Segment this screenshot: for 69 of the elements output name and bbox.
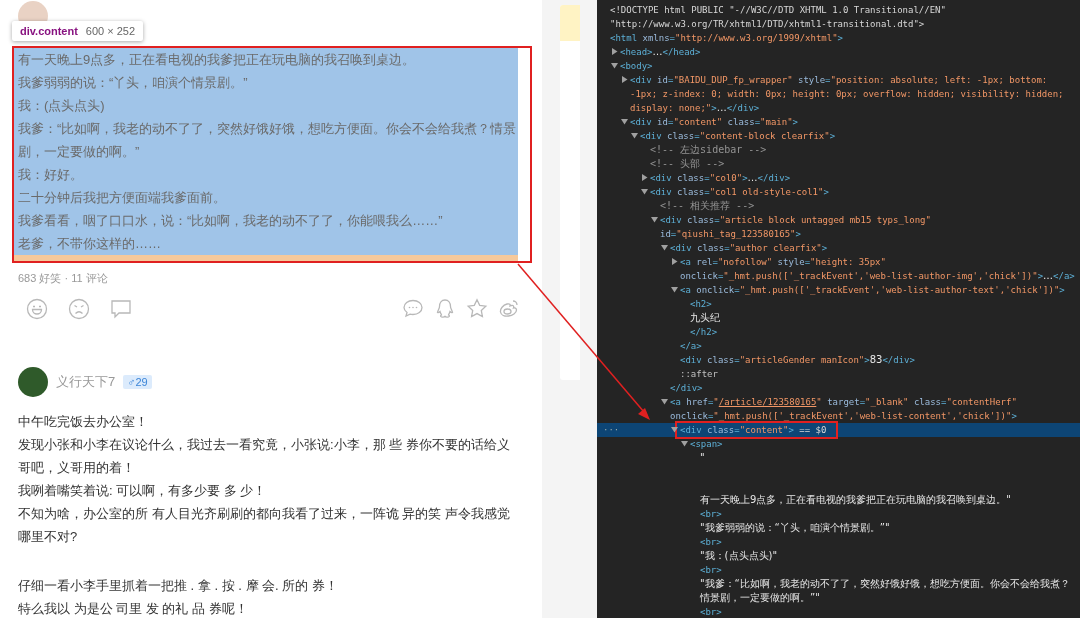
triangle-down-icon[interactable] <box>680 439 689 448</box>
triangle-down-icon[interactable] <box>660 243 669 252</box>
triangle-down-icon[interactable] <box>640 187 649 196</box>
post-paragraph: 二十分钟后我把方便面端我爹面前。 <box>18 189 227 207</box>
post-paragraph: 不知为啥，办公室的所 有人目光齐刷刷的都向我看了过来，一阵诡 异的笑 声令我感觉哪里不对? <box>18 505 511 546</box>
code-line[interactable]: "我：(点头点头)" <box>700 549 1077 563</box>
code-line[interactable]: <a href="/article/123580165" target="_blank" class="contentHerf" onclick="_hmt.push(['_trackEvent','web-list-content','chick'])"> <box>670 395 1077 423</box>
post-paragraph: 仔细一看小李手里抓着一把推 . 拿 . 按 . 摩 会. 所的 券！ <box>18 577 339 595</box>
code-line[interactable]: ::after <box>680 367 1077 381</box>
code-line[interactable]: <!-- 相关推荐 --> <box>660 199 1077 213</box>
triangle-right-icon[interactable] <box>620 75 629 84</box>
code-line[interactable]: <h2> <box>690 297 1077 311</box>
code-line[interactable]: <br> <box>700 507 1077 521</box>
code-line[interactable]: <div class="author clearfix"> <box>670 241 1077 255</box>
element-size: 600 × 252 <box>85 25 136 37</box>
avatar-photo-placeholder[interactable] <box>18 367 48 397</box>
post-paragraph: 我爹看看，咽了口口水，说：“比如啊，我老的动不了了，你能喂我么……” <box>18 212 444 230</box>
star-icon[interactable] <box>466 298 488 320</box>
code-line[interactable]: </a> <box>680 339 1077 353</box>
post-paragraph: 有一天晚上9点多，正在看电视的我爹把正在玩电脑的我召唤到桌边。 <box>18 51 417 69</box>
triangle-down-icon[interactable] <box>670 425 679 434</box>
code-line[interactable]: <div class="article block untagged mb15 typs_long" id="qiushi_tag_123580165"> <box>660 213 1077 241</box>
code-line[interactable]: <div id="content" class="main"> <box>630 115 1077 129</box>
code-line[interactable]: "我爹弱弱的说：“丫头，咱演个情景剧。”" <box>700 521 1077 535</box>
code-line[interactable]: <br> <box>700 563 1077 577</box>
code-line[interactable]: <a onclick="_hmt.push(['_trackEvent','web-list-author-text','chick'])"> <box>680 283 1077 297</box>
triangle-right-icon[interactable] <box>640 173 649 182</box>
code-line[interactable]: </h2> <box>690 325 1077 339</box>
triangle-down-icon[interactable] <box>620 117 629 126</box>
code-line[interactable]: "我爹：“比如啊，我老的动不了了，突然好饿好饿，想吃方便面。你会不会给我煮？情景剧，一定要做的啊。”" <box>700 577 1077 605</box>
post-paragraph: 中午吃完饭去办公室！ <box>18 413 149 431</box>
code-line[interactable]: <br> <box>700 535 1077 549</box>
triangle-right-icon[interactable] <box>610 47 619 56</box>
triangle-down-icon[interactable] <box>670 285 679 294</box>
code-line[interactable]: <a rel="nofollow" style="height: 35px" onclick="_hmt.push(['_trackEvent','web-list-author-img','chick'])">…</a> <box>680 255 1077 283</box>
post-paragraph: 我咧着嘴笑着说: 可以啊，有多少要 多 少！ <box>18 482 268 500</box>
triangle-right-icon[interactable] <box>670 257 679 266</box>
code-line[interactable]: 九头纪 <box>690 311 1077 325</box>
triangle-down-icon[interactable] <box>630 131 639 140</box>
code-line[interactable]: <div class="col0">…</div> <box>650 171 1077 185</box>
card-banner <box>560 5 580 41</box>
code-line[interactable]: <div class="content-block clearfix"> <box>640 129 1077 143</box>
code-line[interactable]: <body> <box>620 59 1077 73</box>
triangle-down-icon[interactable] <box>650 215 659 224</box>
post-paragraph: 我：好好。 <box>18 166 84 184</box>
post-paragraph: 发现小张和小李在议论什么，我过去一看究竟，小张说:小李，那 些 券你不要的话给义哥吧，义哥用的着！ <box>18 436 511 477</box>
code-line[interactable]: <!DOCTYPE html PUBLIC "-//W3C//DTD XHTML 1.0 Transitional//EN" "http://www.w3.org/TR/xhtml1/DTD/xhtml1-transitional.dtd"> <box>610 3 1077 31</box>
post-paragraph: 我爹弱弱的说：“丫头，咱演个情景剧。” <box>18 74 249 92</box>
triangle-down-icon[interactable] <box>610 61 619 70</box>
triangle-down-icon[interactable] <box>660 397 669 406</box>
gender-age-badge: ♂29 <box>123 375 152 389</box>
code-line[interactable]: <!-- 头部 --> <box>650 157 1077 171</box>
code-line[interactable]: <div class="col1 old-style-col1"> <box>650 185 1077 199</box>
post-paragraph: 老爹，不带你这样的…… <box>18 235 162 253</box>
code-line[interactable]: <br> <box>700 605 1077 618</box>
row-menu-dots[interactable]: ··· <box>603 423 620 437</box>
post-paragraph: 我：(点头点头) <box>18 97 106 115</box>
code-line[interactable]: <div class="articleGender manIcon">83</div> <box>680 353 1077 367</box>
code-line[interactable]: " 有一天晚上9点多，正在看电视的我爹把正在玩电脑的我召唤到桌边。" <box>700 451 1077 507</box>
code-line[interactable]: </div> <box>670 381 1077 395</box>
post-paragraph: 特么我以 为是公 司里 发 的礼 品 券呢！ <box>18 600 249 618</box>
code-line[interactable]: <head>…</head> <box>620 45 1077 59</box>
code-line[interactable]: <span> <box>690 437 1077 451</box>
code-line[interactable]: <html xmlns="http://www.w3.org/1999/xhtml"> <box>610 31 1077 45</box>
code-line[interactable]: <div id="BAIDU_DUP_fp_wrapper" style="position: absolute; left: -1px; bottom: -1px; z-index: 0; width: 0px; height: 0px; overflow: hidden; visibility: hidden; display: none;">…</div> <box>630 73 1077 115</box>
post-paragraph: 我爹：“比如啊，我老的动不了了，突然好饿好饿，想吃方便面。你会不会给我煮？情景剧，一定要做的啊。” <box>18 120 518 161</box>
code-line[interactable]: <!-- 左边sidebar --> <box>650 143 1077 157</box>
post-stats: 683 好笑 · 11 评论 <box>18 271 109 286</box>
element-selector: div.content <box>20 25 78 37</box>
